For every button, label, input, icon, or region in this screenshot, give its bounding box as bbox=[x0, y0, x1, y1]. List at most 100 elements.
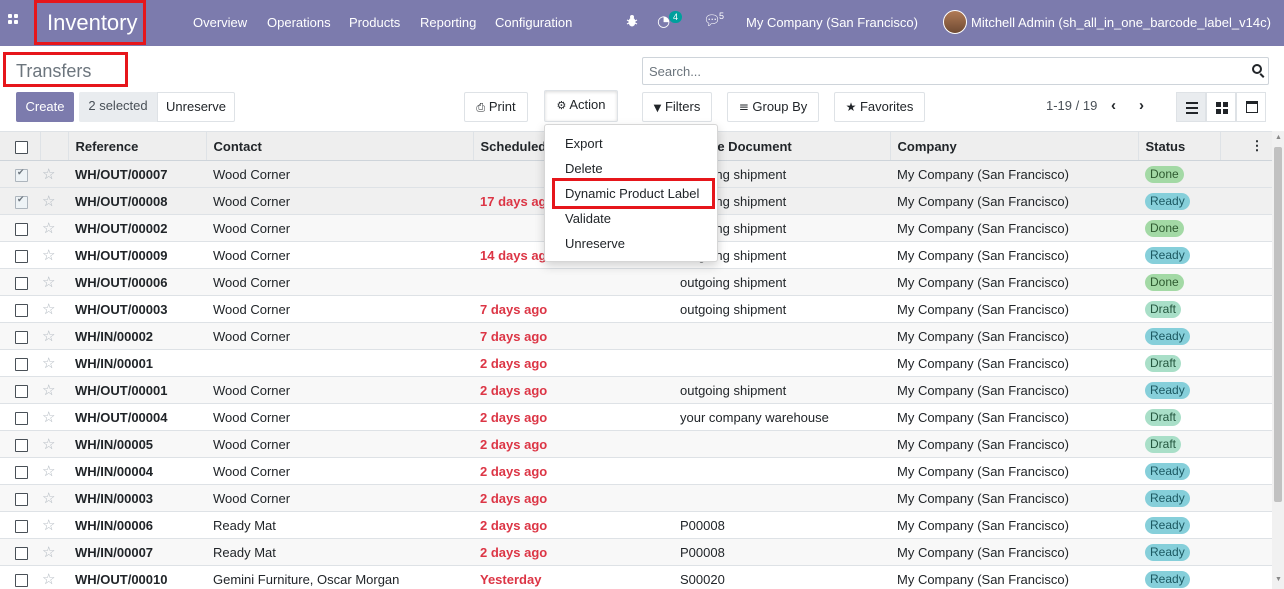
list-view-button[interactable] bbox=[1176, 92, 1206, 122]
row-checkbox[interactable] bbox=[15, 222, 28, 236]
favorite-star-icon[interactable]: ☆ bbox=[42, 327, 55, 345]
calendar-view-button[interactable] bbox=[1236, 92, 1266, 122]
chevron-left-icon[interactable]: ‹ bbox=[1111, 97, 1116, 114]
pager-value[interactable]: 1-19 / 19 bbox=[1046, 98, 1097, 113]
row-reference: WH/IN/00002 bbox=[68, 322, 206, 350]
menu-item-export[interactable]: Export bbox=[565, 136, 603, 151]
row-spacer bbox=[1220, 565, 1272, 589]
favorite-star-icon[interactable]: ☆ bbox=[42, 462, 55, 480]
row-checkbox[interactable] bbox=[15, 249, 28, 263]
table-row[interactable]: ☆ WH/IN/00001 2 days ago My Company (San Fr… bbox=[0, 349, 1272, 377]
row-source-document: P00008 bbox=[673, 511, 890, 539]
row-source-document bbox=[673, 430, 890, 458]
menu-configuration[interactable]: Configuration bbox=[495, 15, 572, 30]
favorite-star-icon[interactable]: ☆ bbox=[42, 246, 55, 264]
action-button[interactable]: ⚙ Action bbox=[544, 90, 618, 122]
table-row[interactable]: ☆ WH/OUT/00010 Gemini Furniture, Oscar Mor… bbox=[0, 565, 1272, 589]
row-checkbox[interactable] bbox=[15, 330, 28, 344]
app-title[interactable]: Inventory bbox=[34, 0, 146, 45]
favorite-star-icon[interactable]: ☆ bbox=[42, 435, 55, 453]
row-source-document: your company warehouse bbox=[673, 403, 890, 431]
filters-button[interactable]: ▼ Filters bbox=[642, 92, 712, 122]
favorites-button[interactable]: ★ Favorites bbox=[834, 92, 925, 122]
favorite-star-icon[interactable]: ☆ bbox=[42, 381, 55, 399]
table-row[interactable]: ☆ WH/IN/00007 Ready Mat 2 days ago P00008 My … bbox=[0, 538, 1272, 566]
status-badge: Ready bbox=[1145, 462, 1190, 480]
row-checkbox[interactable] bbox=[15, 519, 28, 533]
col-contact[interactable]: Contact bbox=[206, 131, 474, 161]
print-button[interactable]: ⎙ Print bbox=[464, 92, 528, 122]
favorite-star-icon[interactable]: ☆ bbox=[42, 273, 55, 291]
table-row[interactable]: ☆ WH/OUT/00001 Wood Corner 2 days ago outgoi… bbox=[0, 376, 1272, 404]
favorite-header bbox=[40, 131, 69, 161]
row-checkbox[interactable] bbox=[15, 465, 28, 479]
row-spacer bbox=[1220, 214, 1272, 242]
user-avatar[interactable] bbox=[943, 10, 967, 34]
row-checkbox[interactable] bbox=[15, 411, 28, 425]
favorite-star-icon[interactable]: ☆ bbox=[42, 165, 55, 183]
kanban-view-button[interactable] bbox=[1206, 92, 1236, 122]
row-checkbox[interactable] bbox=[15, 492, 28, 506]
filter-icon: ▼ bbox=[653, 103, 662, 114]
favorite-star-icon[interactable]: ☆ bbox=[42, 354, 55, 372]
optional-columns-icon[interactable]: ⋮ bbox=[1220, 131, 1272, 161]
user-menu[interactable]: Mitchell Admin (sh_all_in_one_barcode_la… bbox=[971, 15, 1271, 30]
menu-item-unreserve[interactable]: Unreserve bbox=[565, 236, 625, 251]
row-checkbox[interactable] bbox=[15, 357, 28, 371]
favorite-star-icon[interactable]: ☆ bbox=[42, 408, 55, 426]
company-switcher[interactable]: My Company (San Francisco) bbox=[746, 15, 918, 30]
table-row[interactable]: ☆ WH/IN/00003 Wood Corner 2 days ago My Comp… bbox=[0, 484, 1272, 512]
row-checkbox[interactable] bbox=[15, 168, 28, 182]
row-checkbox[interactable] bbox=[15, 276, 28, 290]
search-input[interactable] bbox=[643, 58, 1233, 84]
table-row[interactable]: ☆ WH/IN/00005 Wood Corner 2 days ago My Comp… bbox=[0, 430, 1272, 458]
col-company[interactable]: Company bbox=[890, 131, 1139, 161]
table-row[interactable]: ☆ WH/IN/00002 Wood Corner 7 days ago My Comp… bbox=[0, 322, 1272, 350]
row-checkbox[interactable] bbox=[15, 303, 28, 317]
row-reference: WH/OUT/00006 bbox=[68, 268, 206, 296]
table-row[interactable]: ☆ WH/OUT/00006 Wood Corner outgoing shipmen… bbox=[0, 268, 1272, 296]
menu-item-delete[interactable]: Delete bbox=[565, 161, 603, 176]
row-company: My Company (San Francisco) bbox=[890, 241, 1138, 269]
row-checkbox[interactable] bbox=[15, 195, 28, 209]
menu-item-validate[interactable]: Validate bbox=[565, 211, 611, 226]
activity-clock-icon[interactable]: ◔ bbox=[657, 12, 670, 30]
row-checkbox[interactable] bbox=[15, 573, 28, 587]
apps-menu-icon[interactable] bbox=[8, 14, 24, 30]
col-status[interactable]: Status bbox=[1138, 131, 1221, 161]
menu-overview[interactable]: Overview bbox=[193, 15, 247, 30]
unreserve-button[interactable]: Unreserve bbox=[157, 92, 235, 122]
menu-products[interactable]: Products bbox=[349, 15, 400, 30]
menu-item-dynamic-product-label[interactable]: Dynamic Product Label bbox=[565, 186, 699, 201]
print-icon: ⎙ bbox=[476, 101, 486, 114]
favorite-star-icon[interactable]: ☆ bbox=[42, 543, 55, 561]
favorite-star-icon[interactable]: ☆ bbox=[42, 570, 55, 588]
search-icon[interactable] bbox=[1252, 64, 1262, 74]
table-row[interactable]: ☆ WH/OUT/00003 Wood Corner 7 days ago outgoi… bbox=[0, 295, 1272, 323]
debug-bug-icon[interactable] bbox=[626, 14, 638, 28]
row-contact: Wood Corner bbox=[206, 457, 473, 485]
status-badge: Ready bbox=[1145, 192, 1190, 210]
scroll-up-icon[interactable]: ▲ bbox=[1275, 134, 1282, 141]
select-all-checkbox[interactable] bbox=[15, 140, 28, 154]
row-checkbox[interactable] bbox=[15, 546, 28, 560]
scroll-thumb[interactable] bbox=[1274, 147, 1282, 502]
favorite-star-icon[interactable]: ☆ bbox=[42, 300, 55, 318]
menu-reporting[interactable]: Reporting bbox=[420, 15, 476, 30]
menu-operations[interactable]: Operations bbox=[267, 15, 331, 30]
favorite-star-icon[interactable]: ☆ bbox=[42, 489, 55, 507]
favorite-star-icon[interactable]: ☆ bbox=[42, 516, 55, 534]
row-checkbox[interactable] bbox=[15, 438, 28, 452]
row-checkbox[interactable] bbox=[15, 384, 28, 398]
favorite-star-icon[interactable]: ☆ bbox=[42, 219, 55, 237]
favorite-star-icon[interactable]: ☆ bbox=[42, 192, 55, 210]
table-row[interactable]: ☆ WH/IN/00004 Wood Corner 2 days ago My Comp… bbox=[0, 457, 1272, 485]
col-reference[interactable]: Reference bbox=[68, 131, 207, 161]
groupby-button[interactable]: ≡ Group By bbox=[727, 92, 819, 122]
create-button[interactable]: Create bbox=[16, 92, 74, 122]
table-row[interactable]: ☆ WH/OUT/00004 Wood Corner 2 days ago your c… bbox=[0, 403, 1272, 431]
table-row[interactable]: ☆ WH/IN/00006 Ready Mat 2 days ago P00008 My … bbox=[0, 511, 1272, 539]
scrollbar[interactable]: ▲ ▼ bbox=[1272, 131, 1284, 589]
scroll-down-icon[interactable]: ▼ bbox=[1275, 576, 1282, 583]
chevron-right-icon[interactable]: › bbox=[1139, 97, 1144, 114]
